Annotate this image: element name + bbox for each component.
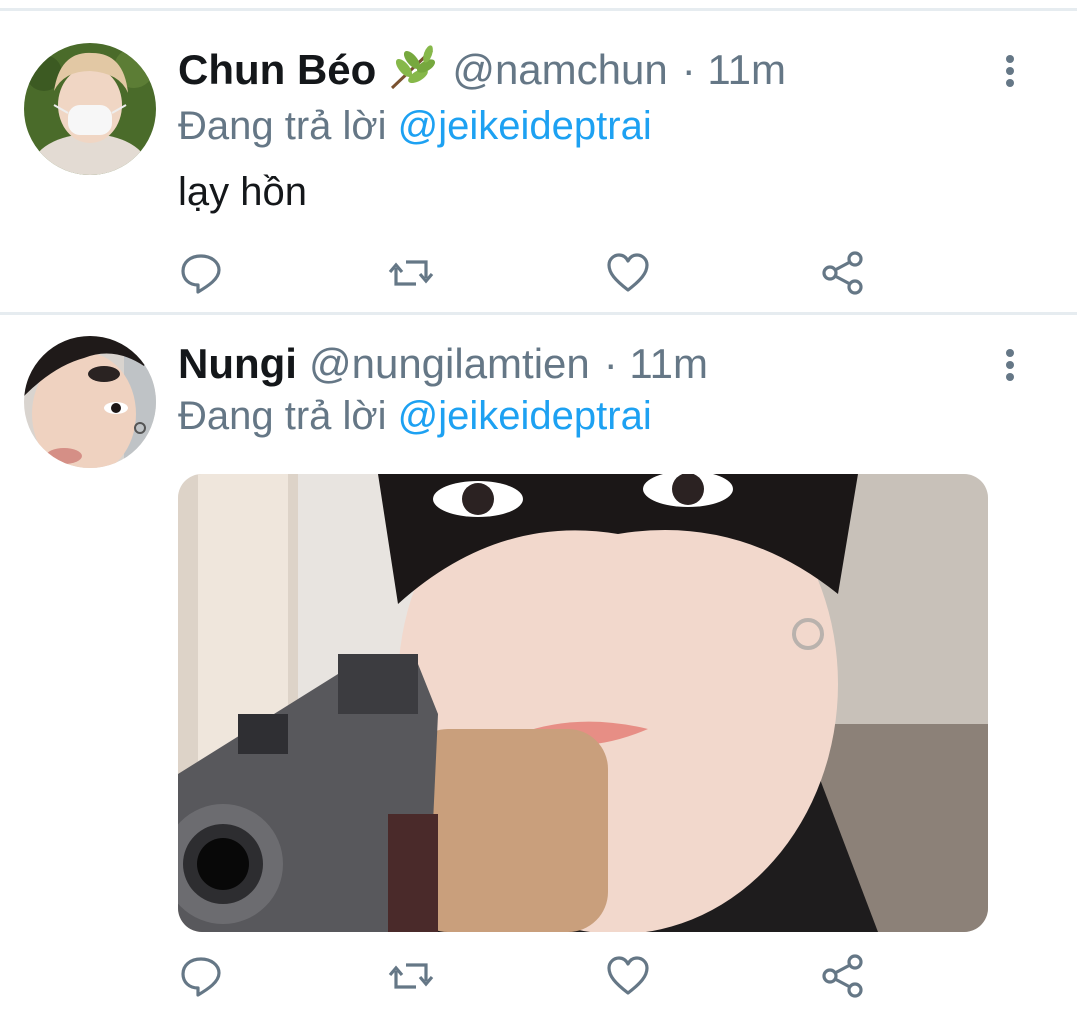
display-name[interactable]: Chun Béo <box>178 46 376 94</box>
like-icon[interactable] <box>605 250 651 296</box>
retweet-icon[interactable] <box>388 250 434 296</box>
tweet-time[interactable]: · 11m <box>604 340 708 388</box>
herb-emoji-icon <box>388 44 440 97</box>
user-handle[interactable]: @nungilamtien <box>309 340 590 388</box>
avatar[interactable] <box>24 336 156 468</box>
display-name[interactable]: Nungi <box>178 340 297 388</box>
retweet-icon[interactable] <box>388 953 434 999</box>
tweet-header: Chun Béo @namchun · 11m <box>178 40 786 100</box>
share-icon[interactable] <box>820 250 866 296</box>
reply-mention-link[interactable]: @jeikeideptrai <box>398 104 652 148</box>
more-vertical-icon[interactable] <box>995 52 1025 92</box>
tweet-time[interactable]: · 11m <box>682 46 786 94</box>
tweet-text: lạy hồn <box>178 170 307 214</box>
tweet-1[interactable]: Chun Béo @namchun · 11m Đang trả lời @je… <box>0 0 1077 312</box>
user-handle[interactable]: @namchun <box>452 46 667 94</box>
tweet-header: Nungi @nungilamtien · 11m <box>178 334 708 394</box>
reply-icon[interactable] <box>178 953 224 999</box>
reply-mention-link[interactable]: @jeikeideptrai <box>398 394 652 438</box>
reply-icon[interactable] <box>178 250 224 296</box>
replying-to: Đang trả lời @jeikeideptrai <box>178 394 652 439</box>
reply-prefix: Đang trả lời <box>178 104 387 148</box>
replying-to: Đang trả lời @jeikeideptrai <box>178 104 652 149</box>
tweet-photo[interactable] <box>178 474 988 932</box>
more-vertical-icon[interactable] <box>995 346 1025 386</box>
share-icon[interactable] <box>820 953 866 999</box>
like-icon[interactable] <box>605 953 651 999</box>
reply-prefix: Đang trả lời <box>178 394 387 438</box>
avatar[interactable] <box>24 43 156 175</box>
